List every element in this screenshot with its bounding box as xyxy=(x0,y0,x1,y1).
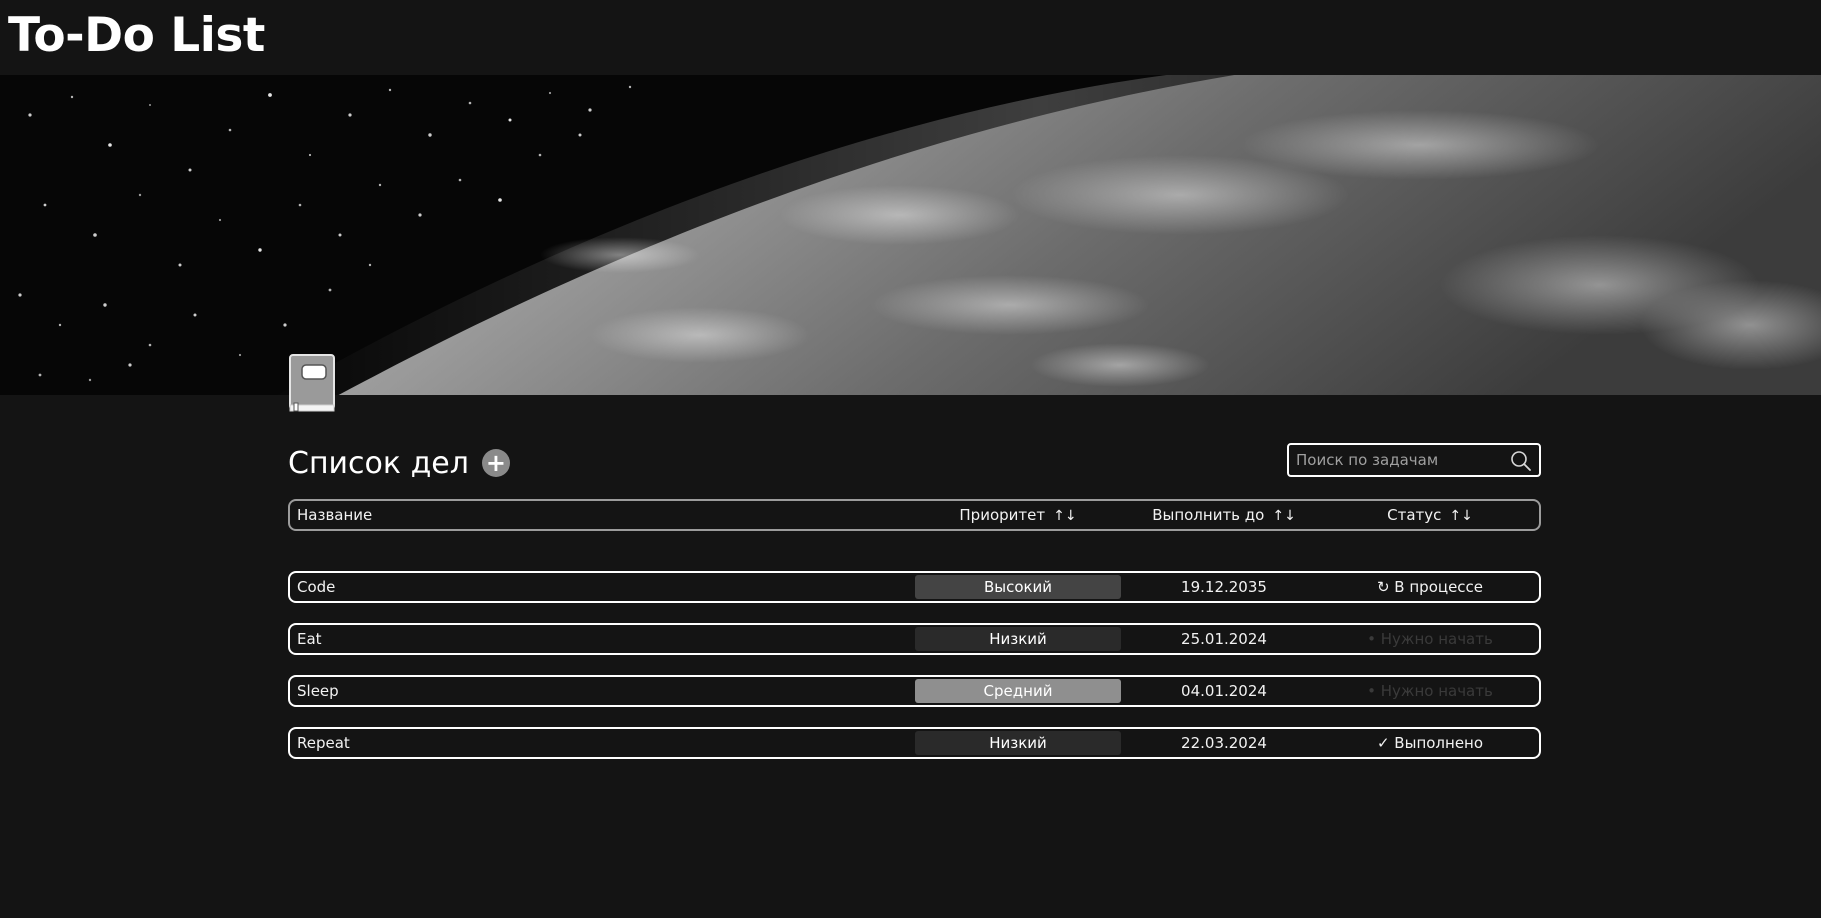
sort-arrows-icon[interactable]: ↑↓ xyxy=(1053,508,1076,524)
priority-badge: Средний xyxy=(915,679,1121,703)
plus-icon: + xyxy=(485,449,506,477)
cover-banner-image xyxy=(0,75,1821,395)
task-due-date: 19.12.2035 xyxy=(1181,578,1267,596)
app-title: To-Do List xyxy=(8,8,265,63)
priority-badge: Высокий xyxy=(915,575,1121,599)
task-due-date: 25.01.2024 xyxy=(1181,630,1267,648)
notebook-icon xyxy=(289,354,335,412)
task-row[interactable]: Repeat Низкий 22.03.2024 ✓ Выполнено xyxy=(288,727,1541,759)
column-header-status-label: Статус xyxy=(1387,506,1442,524)
task-row[interactable]: Eat Низкий 25.01.2024 • Нужно начать xyxy=(288,623,1541,655)
column-header-status[interactable]: Статус ↑↓ xyxy=(1327,501,1533,529)
task-name: Eat xyxy=(297,630,322,648)
earth-from-space-image xyxy=(0,75,1821,395)
task-status[interactable]: • Нужно начать xyxy=(1327,677,1533,705)
task-status[interactable]: ✓ Выполнено xyxy=(1327,729,1533,757)
task-name: Code xyxy=(297,578,336,596)
task-status[interactable]: • Нужно начать xyxy=(1327,625,1533,653)
column-header-due-label: Выполнить до xyxy=(1152,506,1265,524)
task-name: Sleep xyxy=(297,682,339,700)
search-box[interactable] xyxy=(1287,443,1541,477)
task-name: Repeat xyxy=(297,734,350,752)
column-header-due[interactable]: Выполнить до ↑↓ xyxy=(1121,501,1327,529)
task-due-date: 22.03.2024 xyxy=(1181,734,1267,752)
task-due-date: 04.01.2024 xyxy=(1181,682,1267,700)
column-header-priority[interactable]: Приоритет ↑↓ xyxy=(915,501,1121,529)
sort-arrows-icon[interactable]: ↑↓ xyxy=(1449,508,1472,524)
add-task-button[interactable]: + xyxy=(481,449,510,477)
task-row[interactable]: Sleep Средний 04.01.2024 • Нужно начать xyxy=(288,675,1541,707)
search-icon[interactable] xyxy=(1510,450,1532,472)
list-header: Список дел + xyxy=(288,441,510,485)
table-header: Название Приоритет ↑↓ Выполнить до ↑↓ Стат… xyxy=(288,499,1541,531)
priority-badge: Низкий xyxy=(915,731,1121,755)
sort-arrows-icon[interactable]: ↑↓ xyxy=(1272,508,1295,524)
search-input[interactable] xyxy=(1289,450,1508,470)
task-row[interactable]: Code Высокий 19.12.2035 ↻ В процессе xyxy=(288,571,1541,603)
column-header-name: Название xyxy=(297,506,373,524)
list-title: Список дел xyxy=(288,445,469,481)
task-status[interactable]: ↻ В процессе xyxy=(1327,573,1533,601)
column-header-priority-label: Приоритет xyxy=(959,506,1046,524)
priority-badge: Низкий xyxy=(915,627,1121,651)
